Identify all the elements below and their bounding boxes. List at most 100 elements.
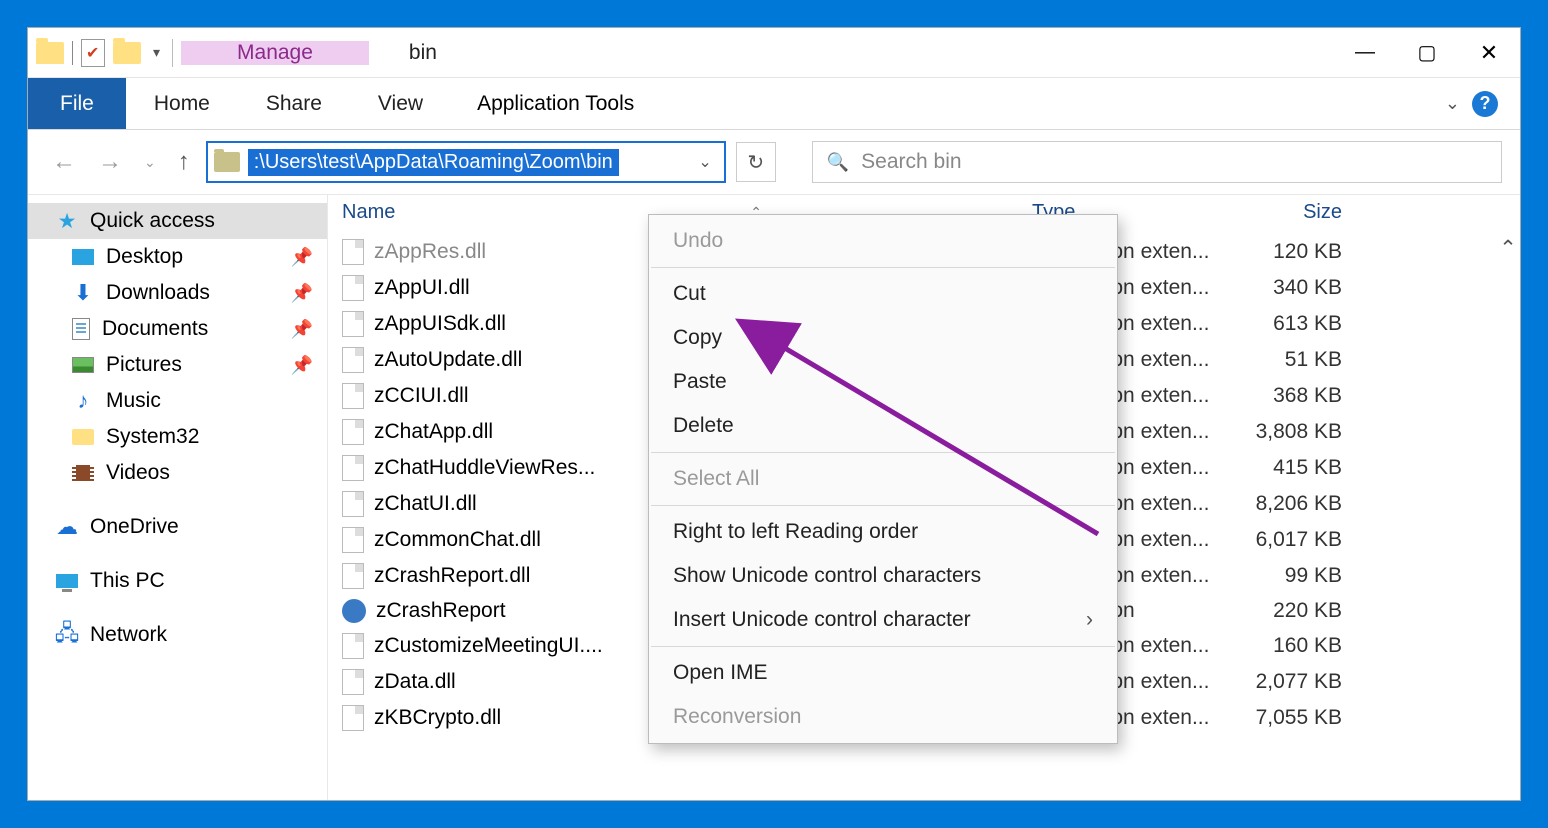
dll-icon: [342, 311, 364, 337]
close-button[interactable]: ✕: [1458, 28, 1520, 77]
window-title: bin: [369, 41, 437, 65]
dll-icon: [342, 527, 364, 553]
separator: [651, 267, 1115, 268]
sidebar-item-system32[interactable]: System32: [28, 419, 327, 455]
separator: [651, 646, 1115, 647]
minimize-button[interactable]: —: [1334, 28, 1396, 77]
dll-icon: [342, 455, 364, 481]
address-path[interactable]: :\Users\test\AppData\Roaming\Zoom\bin: [248, 149, 619, 176]
explorer-window: ▾ Manage bin — ▢ ✕ File Home Share View …: [28, 28, 1520, 800]
dll-icon: [342, 491, 364, 517]
separator: [172, 39, 173, 67]
desktop-icon: [72, 249, 94, 265]
sidebar-item-this-pc[interactable]: This PC: [28, 563, 327, 599]
sidebar-item-desktop[interactable]: Desktop 📌: [28, 239, 327, 275]
sidebar-item-label: OneDrive: [90, 515, 179, 539]
music-icon: ♪: [72, 390, 94, 412]
dll-icon: [342, 705, 364, 731]
dll-icon: [342, 419, 364, 445]
qat-dropdown-icon[interactable]: ▾: [149, 44, 164, 61]
address-dropdown-icon[interactable]: ⌄: [692, 152, 717, 172]
home-tab[interactable]: Home: [126, 78, 238, 129]
forward-button[interactable]: →: [92, 148, 128, 176]
sidebar-item-label: This PC: [90, 569, 165, 593]
sidebar-item-onedrive[interactable]: ☁ OneDrive: [28, 509, 327, 545]
sidebar-item-label: Network: [90, 623, 167, 647]
ctx-show-unicode[interactable]: Show Unicode control characters: [649, 554, 1117, 598]
document-icon: [72, 318, 90, 340]
ctx-select-all[interactable]: Select All: [649, 457, 1117, 501]
ctx-reconversion[interactable]: Reconversion: [649, 695, 1117, 739]
ctx-copy[interactable]: Copy: [649, 316, 1117, 360]
sidebar-item-label: System32: [106, 425, 199, 449]
dll-icon: [342, 669, 364, 695]
sidebar-item-pictures[interactable]: Pictures 📌: [28, 347, 327, 383]
dll-icon: [342, 633, 364, 659]
sidebar-item-music[interactable]: ♪ Music: [28, 383, 327, 419]
download-icon: ⬇: [72, 282, 94, 304]
dll-icon: [342, 347, 364, 373]
properties-icon[interactable]: [81, 39, 105, 67]
window-controls: — ▢ ✕: [1334, 28, 1520, 77]
navigation-pane: ★ Quick access Desktop 📌 ⬇ Downloads 📌 D…: [28, 195, 328, 800]
column-size[interactable]: Size: [1242, 201, 1362, 224]
sidebar-item-label: Quick access: [90, 209, 215, 233]
back-button[interactable]: ←: [46, 148, 82, 176]
pin-icon: 📌: [291, 247, 313, 268]
sidebar-item-label: Music: [106, 389, 161, 413]
history-dropdown-icon[interactable]: ⌄: [138, 154, 162, 171]
search-icon: 🔍: [827, 152, 849, 173]
dll-icon: [342, 563, 364, 589]
dll-icon: [342, 239, 364, 265]
manage-contextual-tab[interactable]: Manage: [181, 41, 369, 65]
view-tab[interactable]: View: [350, 78, 451, 129]
ctx-delete[interactable]: Delete: [649, 404, 1117, 448]
pictures-icon: [72, 357, 94, 373]
sidebar-item-label: Downloads: [106, 281, 210, 305]
star-icon: ★: [56, 210, 78, 232]
scrollbar-up-icon[interactable]: ⌃: [1498, 238, 1518, 258]
help-icon[interactable]: ?: [1472, 91, 1498, 117]
sidebar-item-videos[interactable]: Videos: [28, 455, 327, 491]
pc-icon: [56, 574, 78, 588]
ctx-undo[interactable]: Undo: [649, 219, 1117, 263]
cloud-icon: ☁: [56, 516, 78, 538]
sidebar-item-downloads[interactable]: ⬇ Downloads 📌: [28, 275, 327, 311]
videos-icon: [72, 465, 94, 481]
address-bar[interactable]: :\Users\test\AppData\Roaming\Zoom\bin ⌄: [206, 141, 726, 183]
refresh-button[interactable]: ↻: [736, 142, 776, 182]
pin-icon: 📌: [291, 355, 313, 376]
titlebar: ▾ Manage bin — ▢ ✕: [28, 28, 1520, 78]
quick-access-toolbar: ▾: [28, 28, 181, 77]
maximize-button[interactable]: ▢: [1396, 28, 1458, 77]
collapse-ribbon-icon[interactable]: ⌄: [1445, 93, 1460, 114]
ctx-insert-unicode[interactable]: Insert Unicode control character ›: [649, 598, 1117, 642]
sidebar-item-network[interactable]: 🖧 Network: [28, 617, 327, 653]
ctx-cut[interactable]: Cut: [649, 272, 1117, 316]
new-folder-icon[interactable]: [113, 42, 141, 64]
submenu-arrow-icon: ›: [1086, 608, 1093, 632]
sidebar-item-label: Videos: [106, 461, 170, 485]
search-box[interactable]: 🔍 Search bin: [812, 141, 1502, 183]
up-button[interactable]: ↑: [172, 148, 196, 176]
folder-icon: [214, 152, 240, 172]
sidebar-item-quick-access[interactable]: ★ Quick access: [28, 203, 327, 239]
folder-icon: [36, 42, 64, 64]
separator: [72, 41, 73, 65]
ctx-rtl[interactable]: Right to left Reading order: [649, 510, 1117, 554]
search-placeholder: Search bin: [861, 150, 961, 174]
separator: [651, 452, 1115, 453]
application-tools-tab[interactable]: Application Tools: [451, 78, 660, 129]
sidebar-item-label: Documents: [102, 317, 208, 341]
dll-icon: [342, 275, 364, 301]
ctx-open-ime[interactable]: Open IME: [649, 651, 1117, 695]
file-tab[interactable]: File: [28, 78, 126, 129]
titlebar-center: Manage bin: [181, 28, 1334, 77]
folder-icon: [72, 429, 94, 445]
share-tab[interactable]: Share: [238, 78, 350, 129]
dll-icon: [342, 383, 364, 409]
exe-icon: [342, 599, 366, 623]
sidebar-item-documents[interactable]: Documents 📌: [28, 311, 327, 347]
ctx-paste[interactable]: Paste: [649, 360, 1117, 404]
network-icon: 🖧: [56, 624, 78, 646]
